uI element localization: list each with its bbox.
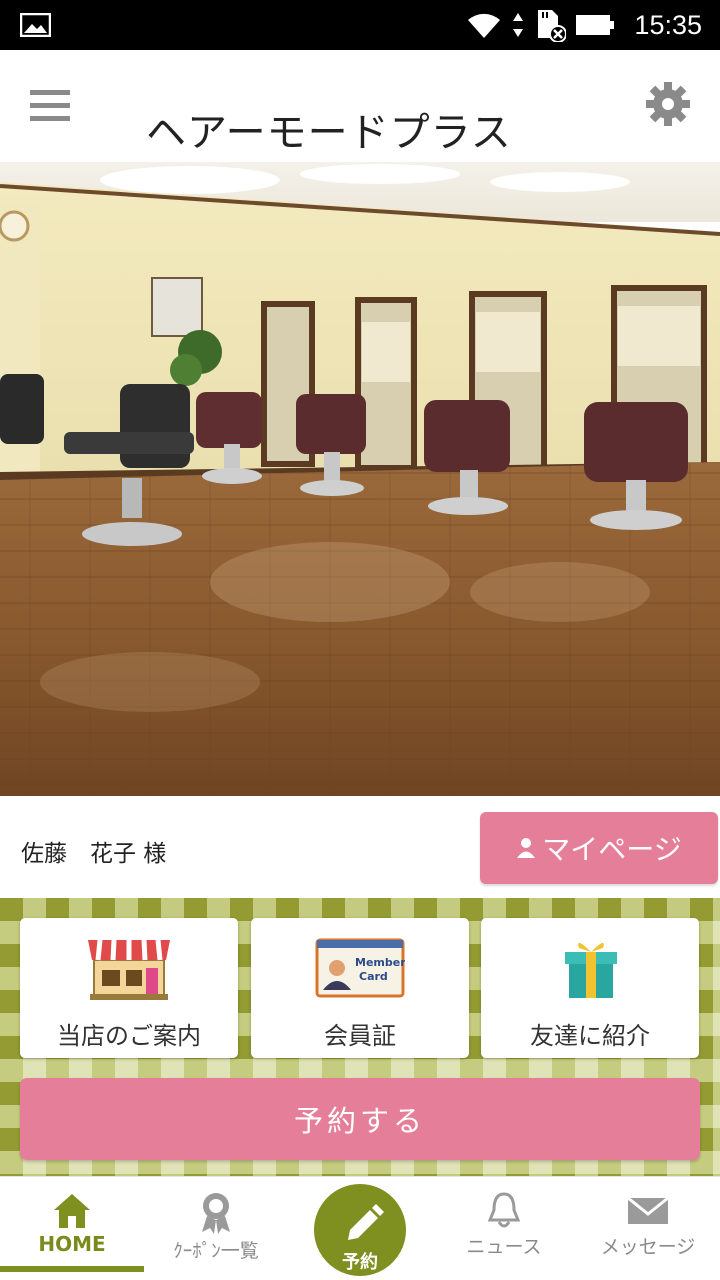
nav-coupon[interactable]: ｸｰﾎﾟﾝ一覧: [144, 1190, 288, 1280]
nav-home-label: HOME: [38, 1232, 106, 1256]
card-shop-info-label: 当店のご案内: [57, 1022, 201, 1050]
members-card-icon: Members Card: [315, 938, 405, 998]
card-members-card-label: 会員証: [324, 1022, 396, 1050]
nav-news-label: ニュース: [466, 1236, 542, 1258]
card-refer-friend[interactable]: 友達に紹介: [481, 918, 699, 1058]
nav-reserve-label: 予約: [342, 1252, 378, 1273]
wifi-icon: [468, 13, 501, 38]
nav-home-indicator: [0, 1266, 144, 1272]
coupon-ribbon-icon: [202, 1193, 230, 1234]
bell-icon: [487, 1192, 521, 1228]
battery-icon: [576, 15, 615, 35]
home-icon: [54, 1194, 90, 1228]
members-card-text-1: Members: [355, 956, 405, 969]
user-name: 佐藤 花子 様: [21, 841, 167, 867]
members-card-text-2: Card: [359, 970, 388, 983]
nav-reserve-button[interactable]: 予約: [314, 1184, 406, 1276]
salon-photo: [0, 162, 720, 796]
nav-message[interactable]: メッセージ: [576, 1190, 720, 1280]
status-bar: 15:35: [0, 0, 720, 50]
gear-icon[interactable]: [646, 82, 690, 126]
gift-icon: [565, 942, 617, 998]
nav-news[interactable]: ニュース: [432, 1190, 576, 1280]
reserve-button[interactable]: 予約する: [20, 1078, 700, 1160]
envelope-icon: [627, 1196, 669, 1224]
nav-coupon-label: ｸｰﾎﾟﾝ一覧: [173, 1240, 259, 1262]
gallery-icon: [20, 13, 51, 37]
mypage-button[interactable]: マイページ: [480, 812, 718, 884]
data-arrows-icon: [513, 13, 524, 37]
card-members-card[interactable]: Members Card 会員証: [251, 918, 469, 1058]
shop-icon: [88, 939, 170, 1000]
menu-icon[interactable]: [30, 88, 72, 124]
mypage-label: マイページ: [542, 833, 682, 866]
person-icon: [517, 838, 536, 858]
card-shop-info[interactable]: 当店のご案内: [20, 918, 238, 1058]
sd-card-icon: [538, 10, 567, 42]
page-title: ヘアーモードプラス: [146, 110, 512, 156]
nav-message-label: メッセージ: [600, 1236, 696, 1258]
status-time: 15:35: [634, 9, 702, 40]
pencil-icon: [348, 1204, 384, 1240]
card-refer-friend-label: 友達に紹介: [530, 1022, 650, 1050]
